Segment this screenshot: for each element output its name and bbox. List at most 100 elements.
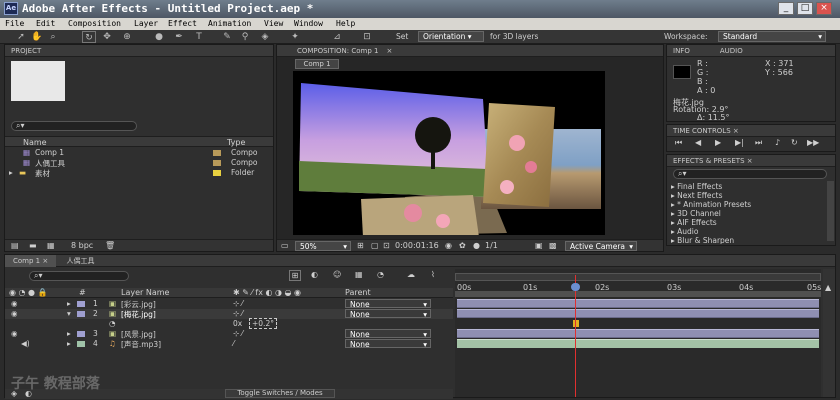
composition-viewer[interactable] — [293, 71, 605, 237]
effects-item[interactable]: ▸ Final Effects — [671, 182, 722, 191]
visibility-icon[interactable]: ◉ — [11, 299, 18, 308]
layer-duration-bar[interactable] — [457, 299, 819, 308]
column-name[interactable]: Name — [23, 138, 47, 147]
keyframe-icon[interactable] — [573, 320, 579, 327]
visibility-icon[interactable]: ◉ — [11, 309, 18, 318]
menu-window[interactable]: Window — [294, 18, 323, 30]
region-icon[interactable]: ▢ — [371, 241, 379, 250]
show-channel-icon[interactable]: ✿ — [459, 241, 466, 250]
layer-switches[interactable]: ⊹ ⁄ — [233, 329, 243, 338]
layer-row[interactable]: ◀) ▸ 4 ♫ [声音.mp3] ⁄ None ▾ — [5, 339, 453, 349]
trash-icon[interactable]: 🗑 — [105, 241, 115, 250]
toggle-switches-modes-button[interactable]: Toggle Switches / Modes — [225, 389, 335, 398]
motion-blur-icon[interactable]: ◔ — [377, 270, 384, 279]
menu-view[interactable]: View — [264, 18, 283, 30]
maximize-button[interactable]: □ — [797, 2, 813, 15]
menu-edit[interactable]: Edit — [36, 18, 55, 30]
parent-dropdown[interactable]: None ▾ — [345, 309, 431, 319]
clone-tool-icon[interactable]: ⚲ — [238, 31, 252, 43]
mask-tool-icon[interactable]: ● — [152, 31, 166, 43]
resolution-label[interactable]: 1/1 — [485, 241, 498, 250]
shy-layers-icon[interactable]: ☺ — [333, 270, 341, 279]
layer-name-column[interactable]: Layer Name — [121, 288, 169, 297]
visibility-icon[interactable]: ◉ — [11, 329, 18, 338]
audio-icon[interactable]: ♪ — [775, 138, 780, 147]
menu-effect[interactable]: Effect — [168, 18, 197, 30]
parent-dropdown[interactable]: None ▾ — [345, 299, 431, 309]
rotation-degrees[interactable]: +0.2° — [249, 318, 277, 329]
ram-preview-icon[interactable]: ▶▶ — [807, 138, 819, 147]
last-frame-icon[interactable]: ⏭ — [755, 138, 762, 148]
composition-tab[interactable]: COMPOSITION: Comp 1 × — [277, 45, 663, 57]
parent-column[interactable]: Parent — [345, 288, 371, 297]
layer-duration-bar[interactable] — [457, 309, 819, 318]
parent-dropdown[interactable]: None ▾ — [345, 329, 431, 339]
time-controls-tab[interactable]: TIME CONTROLS × — [667, 125, 835, 137]
column-type[interactable]: Type — [227, 138, 245, 147]
expand-arrow-icon[interactable]: ▸ — [67, 329, 71, 338]
comp-timecode[interactable]: 0:00:01:16 — [395, 241, 439, 250]
hand-tool-icon[interactable]: ✋ — [30, 31, 44, 43]
transparency-grid-icon[interactable]: ▩ — [549, 241, 557, 250]
comp-subtab[interactable]: Comp 1 — [295, 59, 339, 69]
monitor-icon[interactable]: ▭ — [281, 241, 289, 250]
layer-row[interactable]: ◉ ▾ 2 ▣ [梅花.jpg] ⊹ ⁄ None ▾ — [5, 309, 453, 319]
prev-frame-icon[interactable]: ◀ — [695, 138, 701, 147]
expand-arrow-icon[interactable]: ▸ — [9, 168, 13, 177]
effects-search-input[interactable]: ⌕▾ — [673, 169, 827, 179]
stopwatch-icon[interactable]: ◔ — [109, 319, 116, 328]
effects-item[interactable]: ▸ Next Effects — [671, 191, 723, 200]
minimize-button[interactable]: _ — [778, 2, 794, 15]
effects-tab[interactable]: EFFECTS & PRESETS × — [667, 155, 835, 167]
rotate-tool-icon[interactable]: ↻ — [82, 31, 96, 43]
world-axis-icon[interactable]: ⊡ — [360, 31, 374, 43]
menu-layer[interactable]: Layer — [134, 18, 158, 30]
loop-icon[interactable]: ↻ — [791, 138, 798, 147]
timeline-tab-comp1[interactable]: Comp 1 × — [5, 255, 57, 267]
color-channel-icon[interactable]: ● — [473, 241, 480, 250]
effects-item[interactable]: ▸ AIF Effects — [671, 218, 717, 227]
3d-axis-icon[interactable]: ⊿ — [330, 31, 344, 43]
project-item[interactable]: ▦ Comp 1 Compo — [5, 147, 273, 157]
grid-icon[interactable]: ⊞ — [357, 241, 364, 250]
close-tab-icon[interactable]: × — [386, 47, 392, 55]
frame-blending-icon[interactable]: ▦ — [355, 270, 363, 279]
collapse-arrow-icon[interactable]: ▾ — [67, 309, 71, 318]
brainstorm-icon[interactable]: ☁ — [407, 270, 415, 279]
effects-item[interactable]: ▸ * Animation Presets — [671, 200, 751, 209]
brush-tool-icon[interactable]: ✎ — [220, 31, 234, 43]
camera-dropdown[interactable]: Active Camera ▾ — [565, 241, 637, 251]
orientation-dropdown[interactable]: Orientation ▾ — [418, 31, 484, 42]
zoom-dropdown[interactable]: 50% ▾ — [295, 241, 351, 251]
playhead-handle[interactable] — [571, 283, 580, 291]
project-item[interactable]: ▸ ▬ 素材 Folder — [5, 167, 273, 178]
timeline-scrollbar[interactable]: ▲ — [823, 269, 835, 397]
puppet-tool-icon[interactable]: ✦ — [288, 31, 302, 43]
audio-duration-bar[interactable] — [457, 339, 819, 348]
menu-file[interactable]: File — [5, 18, 24, 30]
project-item[interactable]: ▦ 人偶工具 Compo — [5, 157, 273, 168]
layer-switches[interactable]: ⁄ — [233, 339, 234, 348]
expand-arrow-icon[interactable]: ▸ — [67, 299, 71, 308]
first-frame-icon[interactable]: ⏮ — [675, 138, 682, 148]
audio-icon[interactable]: ◀) — [21, 339, 30, 348]
layer-row[interactable]: ◉ ▸ 3 ▣ [风景.jpg] ⊹ ⁄ None ▾ — [5, 329, 453, 339]
parent-dropdown[interactable]: None ▾ — [345, 339, 431, 349]
menu-composition[interactable]: Composition — [68, 18, 121, 30]
layer-row[interactable]: ◉ ▸ 1 ▣ [彩云.jpg] ⊹ ⁄ None ▾ — [5, 299, 453, 309]
pan-behind-tool-icon[interactable]: ⊕ — [120, 31, 134, 43]
bpc-label[interactable]: 8 bpc — [71, 241, 93, 250]
timeline-search-input[interactable]: ⌕▾ — [29, 271, 129, 281]
zoom-in-icon[interactable]: ▲ — [825, 283, 831, 292]
graph-editor-icon[interactable]: ⌇ — [431, 270, 435, 279]
expand-arrow-icon[interactable]: ▸ — [67, 339, 71, 348]
selection-tool-icon[interactable]: ➚ — [14, 31, 28, 43]
close-button[interactable]: × — [816, 2, 832, 15]
snapshot-icon[interactable]: ◉ — [445, 241, 452, 250]
effects-item[interactable]: ▸ Audio — [671, 227, 698, 236]
current-time-indicator[interactable] — [575, 275, 576, 397]
camera-tool-icon[interactable]: ✥ — [100, 31, 114, 43]
work-area-bar[interactable] — [455, 273, 821, 281]
pen-tool-icon[interactable]: ✒ — [172, 31, 186, 43]
effects-item[interactable]: ▸ 3D Channel — [671, 209, 721, 218]
